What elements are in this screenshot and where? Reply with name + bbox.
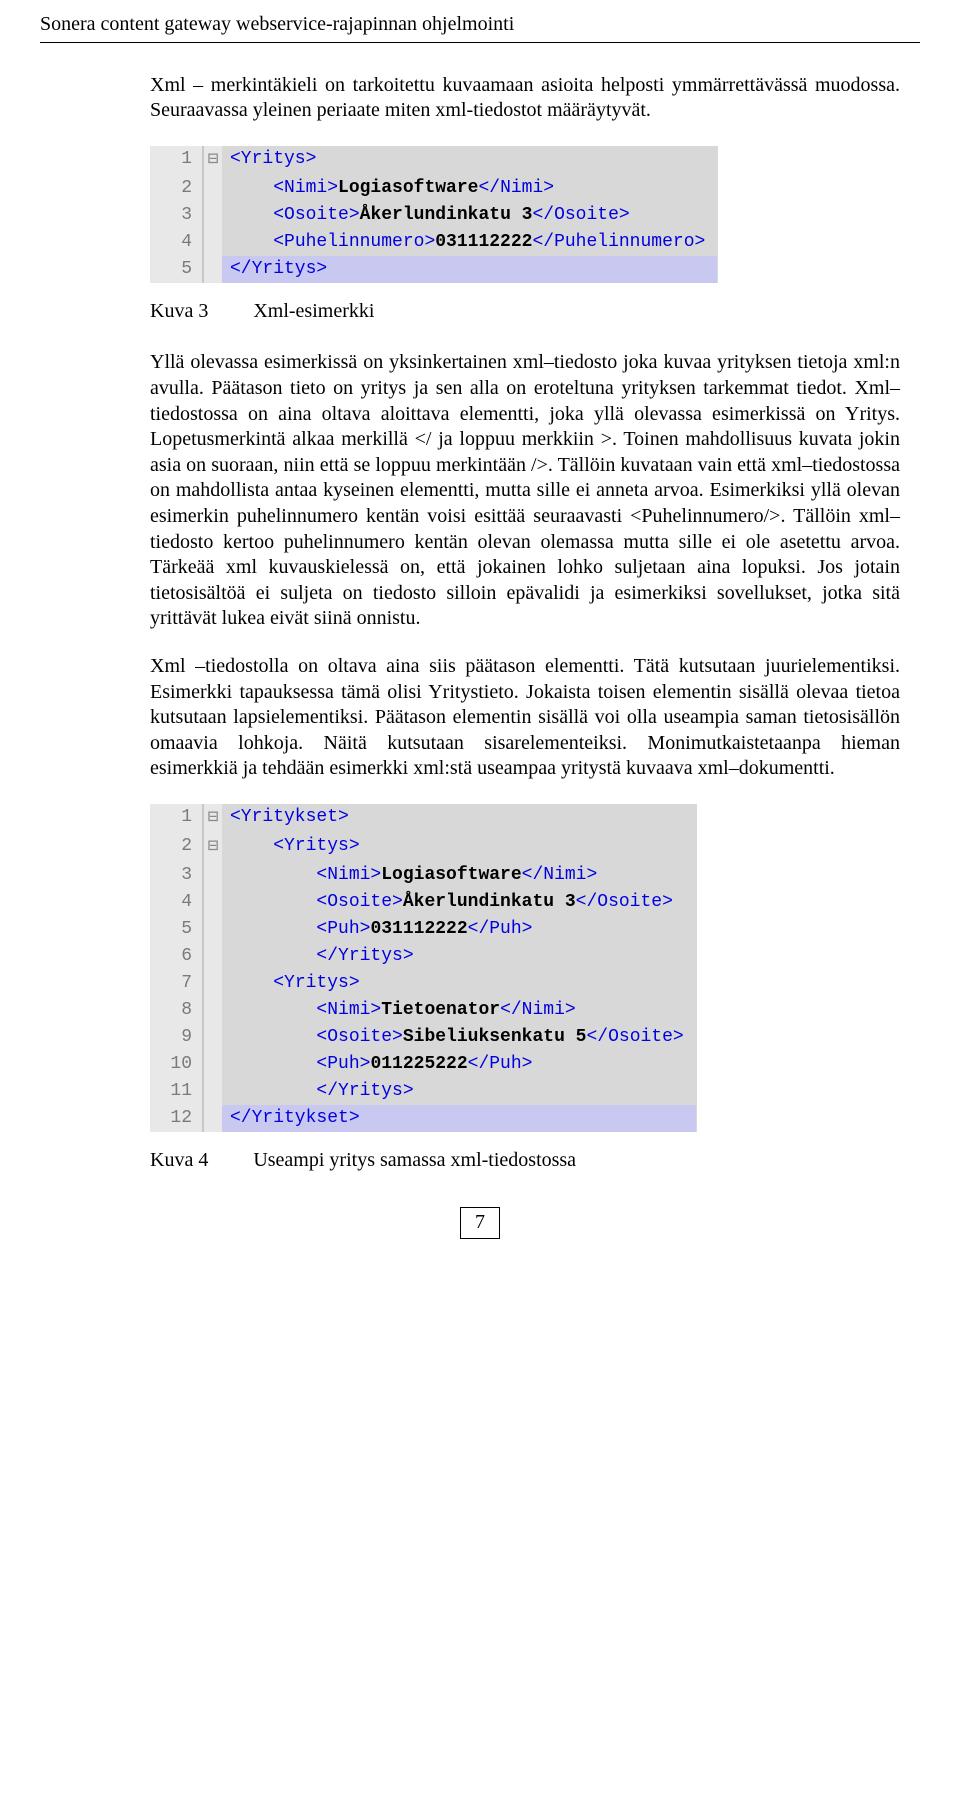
xml-text: 011225222: [370, 1054, 467, 1074]
line-number: 9: [150, 1024, 203, 1051]
xml-text: 031112222: [370, 919, 467, 939]
body-paragraph-2: Xml –tiedostolla on oltava aina siis pää…: [150, 654, 900, 782]
xml-text: Åkerlundinkatu 3: [403, 892, 576, 912]
figure-caption-2: Kuva 4 Useampi yritys samassa xml-tiedos…: [150, 1148, 900, 1174]
xml-tag: </Puhelinnumero>: [532, 232, 705, 252]
xml-tag: <Yritys>: [230, 149, 316, 169]
xml-tag: <Yritys>: [273, 836, 359, 856]
xml-tag: <Puhelinnumero>: [273, 232, 435, 252]
line-number: 4: [150, 889, 203, 916]
line-number: 4: [150, 229, 203, 256]
xml-tag: </Nimi>: [522, 865, 598, 885]
xml-text: Sibeliuksenkatu 5: [403, 1027, 587, 1047]
xml-tag: <Nimi>: [316, 1000, 381, 1020]
figure-caption-1: Kuva 3 Xml-esimerkki: [150, 299, 900, 325]
page-header: Sonera content gateway webservice-rajapi…: [40, 12, 920, 43]
intro-paragraph: Xml – merkintäkieli on tarkoitettu kuvaa…: [150, 73, 900, 124]
code-example-1: 1 ⊟ <Yritys> 2 <Nimi>Logiasoftware</Nimi…: [150, 146, 718, 283]
xml-tag: <Yritykset>: [230, 807, 349, 827]
line-number: 2: [150, 175, 203, 202]
xml-tag: </Nimi>: [500, 1000, 576, 1020]
xml-tag: </Puh>: [468, 919, 533, 939]
xml-text: 031112222: [435, 232, 532, 252]
xml-text: Logiasoftware: [381, 865, 521, 885]
line-number: 11: [150, 1078, 203, 1105]
xml-tag: <Osoite>: [316, 1027, 402, 1047]
xml-tag: </Yritykset>: [230, 1108, 360, 1128]
xml-text: Logiasoftware: [338, 178, 478, 198]
xml-tag: <Nimi>: [273, 178, 338, 198]
xml-tag: </Puh>: [468, 1054, 533, 1074]
line-number: 12: [150, 1105, 203, 1132]
xml-tag: <Puh>: [316, 1054, 370, 1074]
code-example-2: 1 ⊟ <Yritykset> 2 ⊟ <Yritys> 3 <Nimi>Log…: [150, 804, 697, 1132]
xml-tag: <Osoite>: [316, 892, 402, 912]
xml-tag: </Osoite>: [532, 205, 629, 225]
line-number: 3: [150, 202, 203, 229]
xml-tag: <Puh>: [316, 919, 370, 939]
caption-label: Kuva 3: [150, 300, 208, 322]
xml-tag: </Osoite>: [586, 1027, 683, 1047]
page-footer: 7: [40, 1207, 920, 1239]
line-number: 3: [150, 862, 203, 889]
header-title: Sonera content gateway webservice-rajapi…: [40, 13, 514, 35]
xml-tag: </Osoite>: [576, 892, 673, 912]
line-number: 2: [150, 833, 203, 862]
page-number: 7: [460, 1207, 500, 1239]
line-number: 6: [150, 943, 203, 970]
xml-tag: </Nimi>: [478, 178, 554, 198]
line-number: 10: [150, 1051, 203, 1078]
fold-icon: ⊟: [203, 804, 222, 833]
body-paragraph-1: Yllä olevassa esimerkissä on yksinkertai…: [150, 350, 900, 632]
xml-tag: </Yritys>: [230, 259, 327, 279]
xml-text: Åkerlundinkatu 3: [360, 205, 533, 225]
line-number: 5: [150, 916, 203, 943]
xml-tag: <Nimi>: [316, 865, 381, 885]
fold-icon: ⊟: [203, 146, 222, 175]
xml-text: Tietoenator: [381, 1000, 500, 1020]
caption-label: Kuva 4: [150, 1149, 208, 1171]
line-number: 7: [150, 970, 203, 997]
xml-tag: </Yritys>: [316, 946, 413, 966]
line-number: 8: [150, 997, 203, 1024]
line-number: 1: [150, 146, 203, 175]
xml-tag: <Yritys>: [273, 973, 359, 993]
fold-icon: ⊟: [203, 833, 222, 862]
line-number: 5: [150, 256, 203, 283]
xml-tag: </Yritys>: [316, 1081, 413, 1101]
xml-tag: <Osoite>: [273, 205, 359, 225]
line-number: 1: [150, 804, 203, 833]
caption-text: Useampi yritys samassa xml-tiedostossa: [253, 1149, 576, 1171]
caption-text: Xml-esimerkki: [253, 300, 374, 322]
